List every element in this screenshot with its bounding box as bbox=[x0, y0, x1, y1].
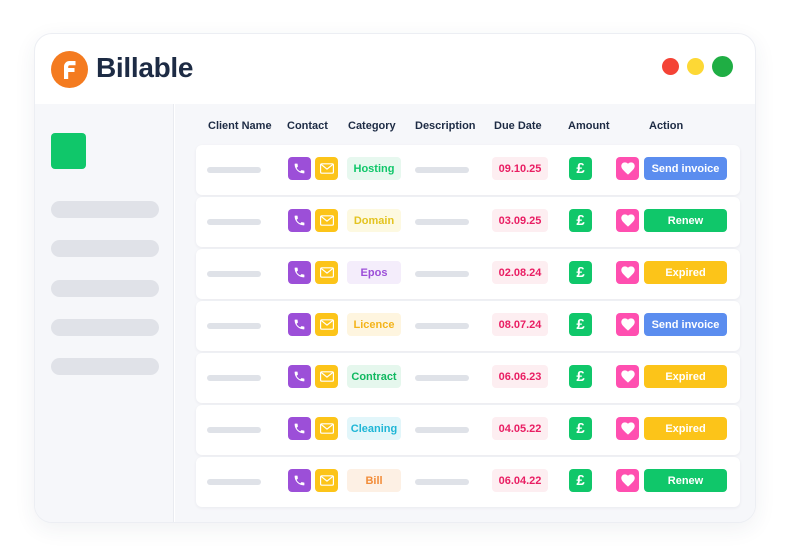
pound-sign-icon[interactable]: £ bbox=[569, 417, 592, 440]
due-date-badge: 06.06.23 bbox=[492, 365, 548, 388]
client-name-placeholder bbox=[207, 427, 261, 433]
due-date-badge: 04.05.22 bbox=[492, 417, 548, 440]
envelope-icon[interactable] bbox=[315, 261, 338, 284]
close-window-button[interactable] bbox=[662, 58, 679, 75]
sidebar-item[interactable] bbox=[51, 358, 159, 375]
app-name: Billable bbox=[96, 52, 194, 83]
client-name-placeholder bbox=[207, 271, 261, 277]
category-badge: Epos bbox=[347, 261, 401, 284]
minimize-window-button[interactable] bbox=[687, 58, 704, 75]
category-badge: Licence bbox=[347, 313, 401, 336]
client-name-placeholder bbox=[207, 323, 261, 329]
action-button[interactable]: Renew bbox=[644, 209, 727, 232]
table-row[interactable]: Hosting 09.10.25 £ Send invoice bbox=[196, 145, 740, 195]
pound-sign-icon[interactable]: £ bbox=[569, 365, 592, 388]
phone-icon[interactable] bbox=[288, 209, 311, 232]
app-header: Billable bbox=[35, 34, 755, 104]
table-row[interactable]: Bill 06.04.22 £ Renew bbox=[196, 457, 740, 507]
sidebar-item[interactable] bbox=[51, 201, 159, 218]
envelope-icon[interactable] bbox=[315, 209, 338, 232]
action-button[interactable]: Expired bbox=[644, 365, 727, 388]
phone-icon[interactable] bbox=[288, 157, 311, 180]
header-category[interactable]: Category bbox=[348, 120, 396, 132]
category-badge: Bill bbox=[347, 469, 401, 492]
table-row[interactable]: Domain 03.09.25 £ Renew bbox=[196, 197, 740, 247]
description-placeholder bbox=[415, 479, 469, 485]
client-name-placeholder bbox=[207, 167, 261, 173]
table-row[interactable]: Contract 06.06.23 £ Expired bbox=[196, 353, 740, 403]
envelope-icon[interactable] bbox=[315, 417, 338, 440]
heart-icon[interactable] bbox=[616, 313, 639, 336]
description-placeholder bbox=[415, 219, 469, 225]
description-placeholder bbox=[415, 167, 469, 173]
heart-icon[interactable] bbox=[616, 365, 639, 388]
phone-icon[interactable] bbox=[288, 313, 311, 336]
client-name-placeholder bbox=[207, 219, 261, 225]
sidebar bbox=[35, 104, 174, 522]
sidebar-item[interactable] bbox=[51, 280, 159, 297]
pound-sign-icon[interactable]: £ bbox=[569, 313, 592, 336]
due-date-badge: 03.09.25 bbox=[492, 209, 548, 232]
due-date-badge: 02.08.24 bbox=[492, 261, 548, 284]
due-date-badge: 08.07.24 bbox=[492, 313, 548, 336]
window-controls bbox=[662, 56, 733, 77]
envelope-icon[interactable] bbox=[315, 157, 338, 180]
table-row[interactable]: Cleaning 04.05.22 £ Expired bbox=[196, 405, 740, 455]
phone-icon[interactable] bbox=[288, 261, 311, 284]
heart-icon[interactable] bbox=[616, 261, 639, 284]
header-action[interactable]: Action bbox=[649, 120, 683, 132]
client-name-placeholder bbox=[207, 479, 261, 485]
phone-icon[interactable] bbox=[288, 417, 311, 440]
client-name-placeholder bbox=[207, 375, 261, 381]
app-window: Billable Client Name Contact Category De… bbox=[34, 33, 756, 523]
pound-sign-icon[interactable]: £ bbox=[569, 157, 592, 180]
header-client-name[interactable]: Client Name bbox=[208, 120, 272, 132]
header-description[interactable]: Description bbox=[415, 120, 476, 132]
description-placeholder bbox=[415, 323, 469, 329]
description-placeholder bbox=[415, 427, 469, 433]
table-row[interactable]: Licence 08.07.24 £ Send invoice bbox=[196, 301, 740, 351]
heart-icon[interactable] bbox=[616, 157, 639, 180]
category-badge: Contract bbox=[347, 365, 401, 388]
header-contact[interactable]: Contact bbox=[287, 120, 328, 132]
action-button[interactable]: Send invoice bbox=[644, 313, 727, 336]
envelope-icon[interactable] bbox=[315, 313, 338, 336]
pound-sign-icon[interactable]: £ bbox=[569, 261, 592, 284]
action-button[interactable]: Expired bbox=[644, 261, 727, 284]
category-badge: Hosting bbox=[347, 157, 401, 180]
heart-icon[interactable] bbox=[616, 417, 639, 440]
table-row[interactable]: Epos 02.08.24 £ Expired bbox=[196, 249, 740, 299]
category-badge: Cleaning bbox=[347, 417, 401, 440]
phone-icon[interactable] bbox=[288, 365, 311, 388]
sidebar-item[interactable] bbox=[51, 240, 159, 257]
envelope-icon[interactable] bbox=[315, 469, 338, 492]
action-button[interactable]: Send invoice bbox=[644, 157, 727, 180]
heart-icon[interactable] bbox=[616, 209, 639, 232]
heart-icon[interactable] bbox=[616, 469, 639, 492]
description-placeholder bbox=[415, 375, 469, 381]
action-button[interactable]: Renew bbox=[644, 469, 727, 492]
sidebar-active-item[interactable] bbox=[51, 133, 86, 169]
header-due-date[interactable]: Due Date bbox=[494, 120, 542, 132]
maximize-window-button[interactable] bbox=[712, 56, 733, 77]
phone-icon[interactable] bbox=[288, 469, 311, 492]
billable-logo-icon bbox=[51, 51, 88, 88]
due-date-badge: 06.04.22 bbox=[492, 469, 548, 492]
description-placeholder bbox=[415, 271, 469, 277]
sidebar-item[interactable] bbox=[51, 319, 159, 336]
due-date-badge: 09.10.25 bbox=[492, 157, 548, 180]
clients-table: Client Name Contact Category Description… bbox=[175, 104, 755, 522]
header-amount[interactable]: Amount bbox=[568, 120, 610, 132]
pound-sign-icon[interactable]: £ bbox=[569, 469, 592, 492]
envelope-icon[interactable] bbox=[315, 365, 338, 388]
pound-sign-icon[interactable]: £ bbox=[569, 209, 592, 232]
action-button[interactable]: Expired bbox=[644, 417, 727, 440]
category-badge: Domain bbox=[347, 209, 401, 232]
